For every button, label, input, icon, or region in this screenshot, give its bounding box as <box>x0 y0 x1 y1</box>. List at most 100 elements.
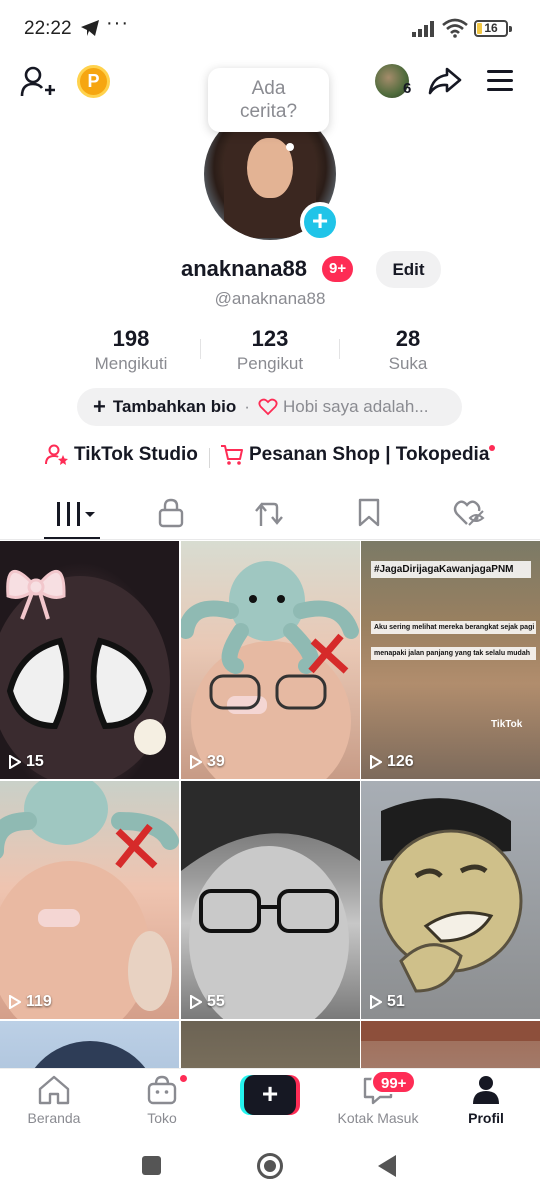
coin-icon[interactable]: P <box>77 65 110 98</box>
stat-likes-value: 28 <box>395 326 421 351</box>
tiktok-studio-link[interactable]: TikTok Studio <box>45 444 198 466</box>
home-icon <box>38 1075 70 1105</box>
nav-profile[interactable]: Profil <box>436 1075 536 1126</box>
recents-button[interactable] <box>142 1156 161 1175</box>
video-overlay-line2: menapaki jalan panjang yang tak selalu m… <box>371 647 536 660</box>
bio-hint: Hobi saya adalah... <box>282 397 429 416</box>
play-icon <box>9 755 21 769</box>
view-count-value: 51 <box>387 993 405 1010</box>
shop-orders-label: Pesanan Shop | Tokopedia <box>249 444 490 465</box>
shop-bag-icon <box>147 1075 177 1105</box>
stat-following[interactable]: 198 Mengikuti <box>61 326 201 374</box>
profile-icon <box>473 1076 499 1104</box>
video-thumbnail[interactable]: 15 <box>0 541 179 779</box>
telegram-icon <box>81 20 99 36</box>
spiderman-mask-filter <box>0 569 170 779</box>
menu-icon[interactable] <box>485 68 515 94</box>
videos-icon[interactable] <box>56 502 98 528</box>
studio-icon <box>45 444 68 465</box>
view-count: 126 <box>370 753 414 771</box>
emoji-thinking-filter <box>379 798 523 993</box>
octopus-filter <box>181 561 359 779</box>
view-count-value: 15 <box>26 753 44 770</box>
username: anaknana88 <box>181 256 307 281</box>
view-count-value: 55 <box>207 993 225 1010</box>
view-count: 55 <box>190 993 225 1011</box>
home-button[interactable] <box>256 1152 284 1180</box>
video-overlay-line1: Aku sering melihat mereka berangkat seja… <box>371 621 536 634</box>
octopus-filter <box>0 781 179 1019</box>
add-story-button[interactable]: + <box>300 202 340 242</box>
play-icon <box>370 755 382 769</box>
play-icon <box>190 755 202 769</box>
status-bar: 22:22 ··· 16 <box>0 0 540 58</box>
view-count: 15 <box>9 753 44 771</box>
stat-following-label: Mengikuti <box>94 354 168 373</box>
lock-icon[interactable] <box>158 498 184 528</box>
play-icon <box>9 995 21 1009</box>
video-thumbnail[interactable]: 39 <box>181 541 360 779</box>
video-thumbnail[interactable]: #JagaDirijagaKawanjagaPNM Aku sering mel… <box>361 541 540 779</box>
add-friend-icon[interactable] <box>20 66 56 98</box>
story-prompt-bubble[interactable]: Ada cerita? <box>208 68 329 132</box>
notification-badge[interactable]: 9+ <box>322 256 354 282</box>
video-thumbnail[interactable] <box>0 1021 179 1068</box>
video-thumbnail[interactable]: 51 <box>361 781 540 1019</box>
play-icon <box>190 995 202 1009</box>
story-prompt-line1: Ada <box>251 78 286 99</box>
glasses-face <box>181 781 360 1019</box>
stat-followers[interactable]: 123 Pengikut <box>200 326 340 374</box>
add-bio-button[interactable]: + Tambahkan bio · Hobi saya adalah... <box>77 388 462 426</box>
heart-icon <box>258 398 278 416</box>
view-count: 51 <box>370 993 405 1011</box>
edit-profile-button[interactable]: Edit <box>376 251 441 288</box>
view-count-value: 119 <box>26 993 52 1010</box>
nav-profile-label: Profil <box>468 1110 504 1126</box>
video-thumbnail[interactable] <box>361 1021 540 1068</box>
shop-notification-dot <box>489 445 495 451</box>
view-count: 119 <box>9 993 52 1011</box>
plus-icon: + <box>93 394 106 419</box>
video-grid: 15 39 #JagaDirijagaKawanjagaPNM Aku seri… <box>0 541 540 1068</box>
nav-home[interactable]: Beranda <box>4 1075 104 1126</box>
nav-shop[interactable]: Toko <box>112 1075 212 1126</box>
back-button[interactable] <box>376 1154 398 1178</box>
video-thumbnail[interactable]: 119 <box>0 781 179 1019</box>
stat-followers-value: 123 <box>251 326 289 351</box>
content-tabs <box>0 486 540 540</box>
stat-followers-label: Pengikut <box>236 354 304 373</box>
bubble-tail <box>286 143 294 151</box>
repost-icon[interactable] <box>254 500 284 528</box>
share-icon[interactable] <box>428 66 462 96</box>
liked-hidden-icon[interactable] <box>453 499 485 527</box>
view-count-value: 39 <box>207 753 225 770</box>
create-button[interactable]: + <box>240 1075 300 1115</box>
shop-orders-link[interactable]: Pesanan Shop | Tokopedia <box>220 444 489 466</box>
view-count: 39 <box>190 753 225 771</box>
play-icon <box>370 995 382 1009</box>
video-thumbnail[interactable]: 55 <box>181 781 360 1019</box>
video-thumbnail[interactable] <box>181 1021 360 1068</box>
video-overlay-title: #JagaDirijagaKawanjagaPNM <box>371 561 531 578</box>
nav-shop-label: Toko <box>147 1110 177 1126</box>
bio-hint-wrap: Hobi saya adalah... <box>258 397 429 417</box>
partial-figure <box>20 1041 160 1068</box>
add-bio-label: Tambahkan bio <box>112 397 237 416</box>
story-prompt-line2: cerita? <box>239 101 298 122</box>
signal-icon <box>412 21 434 37</box>
stat-likes[interactable]: 28 Suka <box>338 326 478 374</box>
status-time: 22:22 <box>24 18 72 39</box>
view-count-value: 126 <box>387 753 414 770</box>
nav-inbox-label: Kotak Masuk <box>337 1110 419 1126</box>
stat-following-value: 198 <box>112 326 150 351</box>
wifi-icon <box>442 18 468 38</box>
cart-icon <box>221 445 243 465</box>
partial-roof <box>361 1021 540 1041</box>
link-divider <box>209 448 210 468</box>
tiktok-watermark: TikTok <box>491 719 523 730</box>
bookmark-icon[interactable] <box>357 498 381 528</box>
system-nav-bar <box>0 1134 540 1200</box>
active-tab-indicator <box>44 537 100 539</box>
more-notifications-icon: ··· <box>106 12 129 34</box>
nav-home-label: Beranda <box>27 1110 81 1126</box>
